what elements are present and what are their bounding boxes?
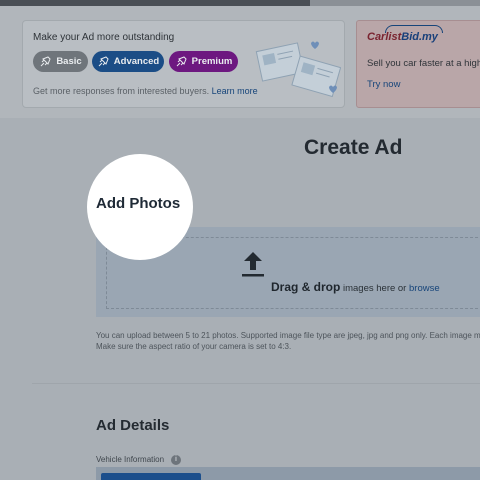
browse-link[interactable]: browse (409, 283, 440, 294)
upload-icon (242, 252, 264, 277)
add-photos-heading: Add Photos (96, 195, 181, 212)
rocket-icon (40, 55, 51, 66)
basic-pill-button[interactable]: Basic (33, 51, 88, 72)
try-now-link[interactable]: Try now (367, 79, 400, 90)
promo-subtitle: Get more responses from interested buyer… (33, 86, 258, 96)
info-icon[interactable]: i (171, 455, 181, 465)
carlistbid-logo: CarlistBid.my (367, 31, 438, 43)
basic-pill-label: Basic (56, 56, 82, 67)
drag-drop-rest: images here or (342, 283, 407, 294)
upload-help-text: You can upload between 5 to 21 photos. S… (96, 330, 480, 352)
promo-title: Make your Ad more outstanding (33, 32, 175, 43)
rocket-icon (176, 55, 187, 66)
rocket-icon (98, 55, 109, 66)
promo-subtitle-text: Get more responses from interested buyer… (33, 86, 210, 96)
premium-pill-button[interactable]: Premium (169, 51, 238, 72)
advanced-pill-label: Advanced (113, 56, 160, 67)
help-line-1: You can upload between 5 to 21 photos. S… (96, 331, 480, 340)
carlistbid-card[interactable]: CarlistBid.my Sell you car faster at a h… (356, 20, 480, 108)
vehicle-select-button[interactable] (101, 473, 201, 480)
section-divider (32, 383, 480, 384)
logo-main-text: Carlist (367, 31, 402, 43)
ad-details-heading: Ad Details (96, 417, 170, 434)
vehicle-information-label: Vehicle Information (96, 455, 165, 464)
promo-card: Make your Ad more outstanding Basic Adva… (22, 20, 345, 108)
page-title: Create Ad (304, 136, 403, 159)
ad-cards-illustration (255, 41, 341, 98)
logo-bid-text: Bid.my (401, 31, 438, 43)
advanced-pill-button[interactable]: Advanced (92, 51, 164, 72)
drag-drop-label: Drag & drop (271, 280, 341, 294)
learn-more-link[interactable]: Learn more (212, 86, 258, 96)
help-line-2: Make sure the aspect ratio of your camer… (96, 342, 292, 351)
premium-pill-label: Premium (191, 56, 233, 67)
carlistbid-text: Sell you car faster at a highe (367, 58, 480, 69)
drop-instructions: Drag & drop images here or browse (271, 280, 440, 294)
promo-section: Make your Ad more outstanding Basic Adva… (0, 6, 480, 118)
